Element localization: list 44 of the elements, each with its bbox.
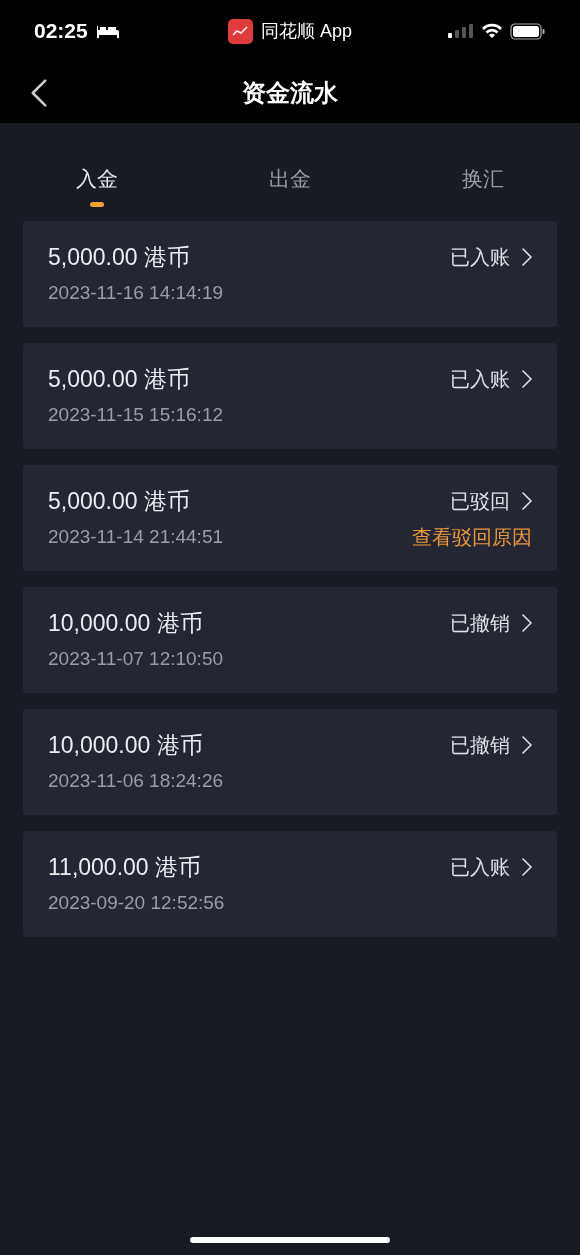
transaction-card[interactable]: 11,000.00 港币 2023-09-20 12:52:56 已入账 — [23, 831, 557, 937]
chevron-right-icon — [522, 858, 532, 876]
chevron-right-icon — [522, 370, 532, 388]
amount-text: 10,000.00 港币 — [48, 731, 204, 759]
bed-icon — [95, 24, 120, 38]
chevron-right-icon — [522, 736, 532, 754]
status-text: 已撤销 — [450, 733, 510, 758]
timestamp-text: 2023-11-06 18:24:26 — [48, 769, 224, 793]
timestamp-text: 2023-11-15 15:16:12 — [48, 403, 224, 427]
app-logo-icon — [228, 18, 253, 44]
transaction-card[interactable]: 10,000.00 港币 2023-11-07 12:10:50 已撤销 — [23, 587, 557, 693]
amount-text: 11,000.00 港币 — [48, 853, 202, 881]
battery-icon — [510, 22, 546, 40]
status-text: 已驳回 — [450, 489, 510, 514]
chevron-right-icon — [522, 248, 532, 266]
status-text: 已入账 — [450, 855, 510, 880]
timestamp-text: 2023-11-14 21:44:51 — [48, 525, 224, 549]
timestamp-text: 2023-11-16 14:14:19 — [48, 281, 224, 305]
status-text: 已入账 — [450, 245, 510, 270]
page-title: 资金流水 — [242, 77, 338, 108]
chevron-right-icon — [522, 614, 532, 632]
amount-text: 5,000.00 港币 — [48, 487, 191, 515]
status-text: 已撤销 — [450, 611, 510, 636]
tab[interactable]: 出金 — [269, 163, 311, 195]
transaction-card[interactable]: 5,000.00 港币 2023-11-15 15:16:12 已入账 — [23, 343, 557, 449]
status-text: 已入账 — [450, 367, 510, 392]
tab[interactable]: 入金 — [75, 163, 118, 195]
tab[interactable]: 换汇 — [462, 163, 505, 195]
wifi-icon — [481, 23, 503, 39]
amount-text: 5,000.00 港币 — [48, 243, 191, 271]
transaction-card[interactable]: 5,000.00 港币 2023-11-14 21:44:51 已驳回 查看驳回原因 — [23, 465, 557, 571]
chevron-right-icon — [522, 492, 532, 510]
status-time: 02:25 — [34, 18, 88, 45]
tab-indicator — [89, 201, 104, 207]
transaction-card[interactable]: 10,000.00 港币 2023-11-06 18:24:26 已撤销 — [23, 709, 557, 815]
rejection-reason-link[interactable]: 查看驳回原因 — [412, 525, 532, 549]
timestamp-text: 2023-09-20 12:52:56 — [48, 891, 225, 915]
amount-text: 5,000.00 港币 — [48, 365, 191, 393]
timestamp-text: 2023-11-07 12:10:50 — [48, 647, 224, 671]
signal-icon — [448, 24, 474, 38]
source-app-link[interactable]: 同花顺 App — [261, 17, 352, 45]
transaction-card[interactable]: 5,000.00 港币 2023-11-16 14:14:19 已入账 — [23, 221, 557, 327]
back-icon — [31, 79, 47, 107]
amount-text: 10,000.00 港币 — [48, 609, 204, 637]
